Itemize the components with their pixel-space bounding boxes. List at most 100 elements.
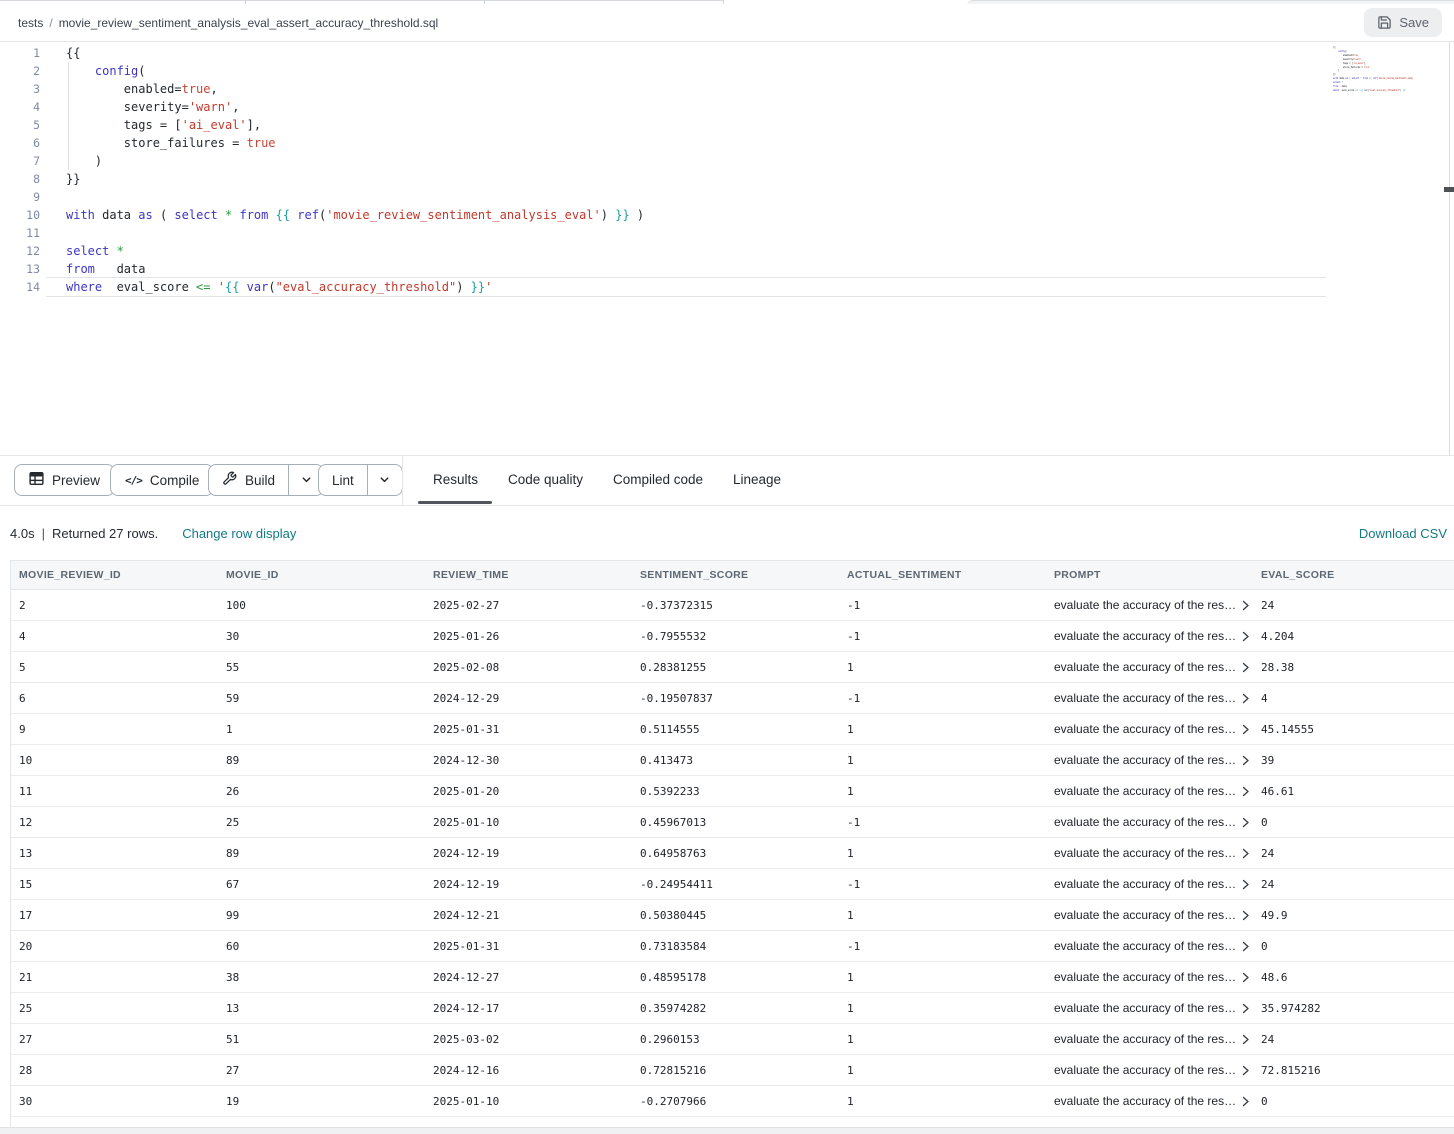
line-number: 12 (0, 242, 40, 260)
code-line-8[interactable]: 8}} (0, 170, 1454, 188)
cell-eval_score: 24 (1253, 599, 1454, 612)
cell-movie_review_id: 15 (11, 878, 218, 891)
scrollbar-handle[interactable] (1444, 187, 1454, 192)
expand-prompt-icon[interactable] (1242, 941, 1250, 952)
cell-review_time: 2024-12-30 (425, 754, 632, 767)
table-row: 15672024-12-19-0.24954411-1evaluate the … (11, 869, 1454, 900)
breadcrumb-root[interactable]: tests (18, 16, 43, 30)
expand-prompt-icon[interactable] (1242, 879, 1250, 890)
cell-movie_review_id: 10 (11, 754, 218, 767)
expand-prompt-icon[interactable] (1242, 724, 1250, 735)
code-line-13[interactable]: 13from data (0, 260, 1454, 278)
code-line-4[interactable]: 4 severity='warn', (0, 98, 1454, 116)
expand-prompt-icon[interactable] (1242, 693, 1250, 704)
tab-results[interactable]: Results (433, 456, 478, 503)
prompt-text: evaluate the accuracy of the res… (1054, 1032, 1236, 1046)
cell-review_time: 2024-12-17 (425, 1002, 632, 1015)
code-line-10[interactable]: 10with data as ( select * from {{ ref('m… (0, 206, 1454, 224)
tab-code-quality[interactable]: Code quality (508, 456, 583, 503)
line-number: 1 (0, 44, 40, 62)
compile-button[interactable]: </> Compile (110, 464, 214, 496)
code-line-9[interactable]: 9 (0, 188, 1454, 206)
expand-prompt-icon[interactable] (1242, 631, 1250, 642)
tab-lineage[interactable]: Lineage (733, 456, 781, 503)
save-button[interactable]: Save (1364, 8, 1442, 37)
table-row: 5552025-02-080.283812551evaluate the acc… (11, 652, 1454, 683)
cell-eval_score: 39 (1253, 754, 1454, 767)
cell-actual_sentiment: 1 (839, 1095, 1046, 1108)
horizontal-scrollbar[interactable] (0, 1127, 1454, 1134)
code-text: severity='warn', (66, 98, 239, 116)
code-editor[interactable]: 1{{2 config(3 enabled=true,4 severity='w… (0, 42, 1454, 455)
tab-compiled-code[interactable]: Compiled code (613, 456, 703, 503)
status-bar: 4.0s|Returned 27 rows. Change row displa… (0, 506, 1454, 560)
minimap-line: with data as ( select * from {{ ref('mov… (1333, 77, 1413, 81)
cell-actual_sentiment: -1 (839, 816, 1046, 829)
cell-prompt: evaluate the accuracy of the res… (1046, 908, 1253, 922)
code-line-1[interactable]: 1{{ (0, 44, 1454, 62)
cell-review_time: 2025-01-20 (425, 785, 632, 798)
expand-prompt-icon[interactable] (1242, 1065, 1250, 1076)
cell-movie_review_id: 30 (11, 1095, 218, 1108)
expand-prompt-icon[interactable] (1242, 786, 1250, 797)
cell-movie_id: 89 (218, 754, 425, 767)
expand-prompt-icon[interactable] (1242, 755, 1250, 766)
expand-prompt-icon[interactable] (1242, 1096, 1250, 1107)
cell-prompt: evaluate the accuracy of the res… (1046, 660, 1253, 674)
build-button[interactable]: Build (209, 465, 288, 495)
cell-sentiment_score: 0.72815216 (632, 1064, 839, 1077)
expand-prompt-icon[interactable] (1242, 910, 1250, 921)
column-header-movie_id: MOVIE_ID (218, 569, 425, 581)
save-label: Save (1399, 15, 1429, 30)
code-line-5[interactable]: 5 tags = ['ai_eval'], (0, 116, 1454, 134)
lint-dropdown-button[interactable] (367, 465, 402, 495)
cell-prompt: evaluate the accuracy of the res… (1046, 1032, 1253, 1046)
expand-prompt-icon[interactable] (1242, 1034, 1250, 1045)
save-icon (1377, 15, 1392, 30)
cell-prompt: evaluate the accuracy of the res… (1046, 1063, 1253, 1077)
line-number: 6 (0, 134, 40, 152)
cell-eval_score: 49.9 (1253, 909, 1454, 922)
code-line-12[interactable]: 12 select * (0, 242, 1454, 260)
code-text: from data (66, 260, 145, 278)
prompt-text: evaluate the accuracy of the res… (1054, 1094, 1236, 1108)
change-row-display-link[interactable]: Change row display (182, 526, 296, 541)
cell-prompt: evaluate the accuracy of the res… (1046, 846, 1253, 860)
cell-review_time: 2025-03-02 (425, 1033, 632, 1046)
build-label: Build (245, 473, 275, 488)
prompt-text: evaluate the accuracy of the res… (1054, 1063, 1236, 1077)
expand-prompt-icon[interactable] (1242, 1003, 1250, 1014)
file-header: tests/movie_review_sentiment_analysis_ev… (0, 4, 1454, 42)
expand-prompt-icon[interactable] (1242, 972, 1250, 983)
code-text: select * (66, 242, 124, 260)
cell-prompt: evaluate the accuracy of the res… (1046, 970, 1253, 984)
column-header-actual_sentiment: ACTUAL_SENTIMENT (839, 569, 1046, 581)
lint-button[interactable]: Lint (319, 465, 367, 495)
line-number: 5 (0, 116, 40, 134)
code-line-3[interactable]: 3 enabled=true, (0, 80, 1454, 98)
cell-eval_score: 46.61 (1253, 785, 1454, 798)
preview-button[interactable]: Preview (14, 464, 115, 496)
code-line-7[interactable]: 7 ) (0, 152, 1454, 170)
cell-review_time: 2025-01-10 (425, 816, 632, 829)
minimap[interactable]: {{ config( enabled=true, severity='warn'… (1333, 46, 1413, 93)
cell-movie_id: 27 (218, 1064, 425, 1077)
cell-eval_score: 0 (1253, 1095, 1454, 1108)
cell-sentiment_score: -0.2707966 (632, 1095, 839, 1108)
download-csv-link[interactable]: Download CSV (1359, 526, 1447, 541)
cell-sentiment_score: 0.5114555 (632, 723, 839, 736)
expand-prompt-icon[interactable] (1242, 662, 1250, 673)
cell-prompt: evaluate the accuracy of the res… (1046, 753, 1253, 767)
code-line-2[interactable]: 2 config( (0, 62, 1454, 80)
cell-prompt: evaluate the accuracy of the res… (1046, 691, 1253, 705)
expand-prompt-icon[interactable] (1242, 848, 1250, 859)
cell-review_time: 2025-01-31 (425, 940, 632, 953)
expand-prompt-icon[interactable] (1242, 817, 1250, 828)
code-line-6[interactable]: 6 store_failures = true (0, 134, 1454, 152)
code-line-14[interactable]: 14where eval_score <= '{{ var("eval_accu… (0, 278, 1454, 296)
expand-prompt-icon[interactable] (1242, 600, 1250, 611)
line-number: 3 (0, 80, 40, 98)
code-line-11[interactable]: 11 (0, 224, 1454, 242)
table-grid-icon (29, 471, 44, 489)
column-header-movie_review_id: MOVIE_REVIEW_ID (11, 569, 218, 581)
